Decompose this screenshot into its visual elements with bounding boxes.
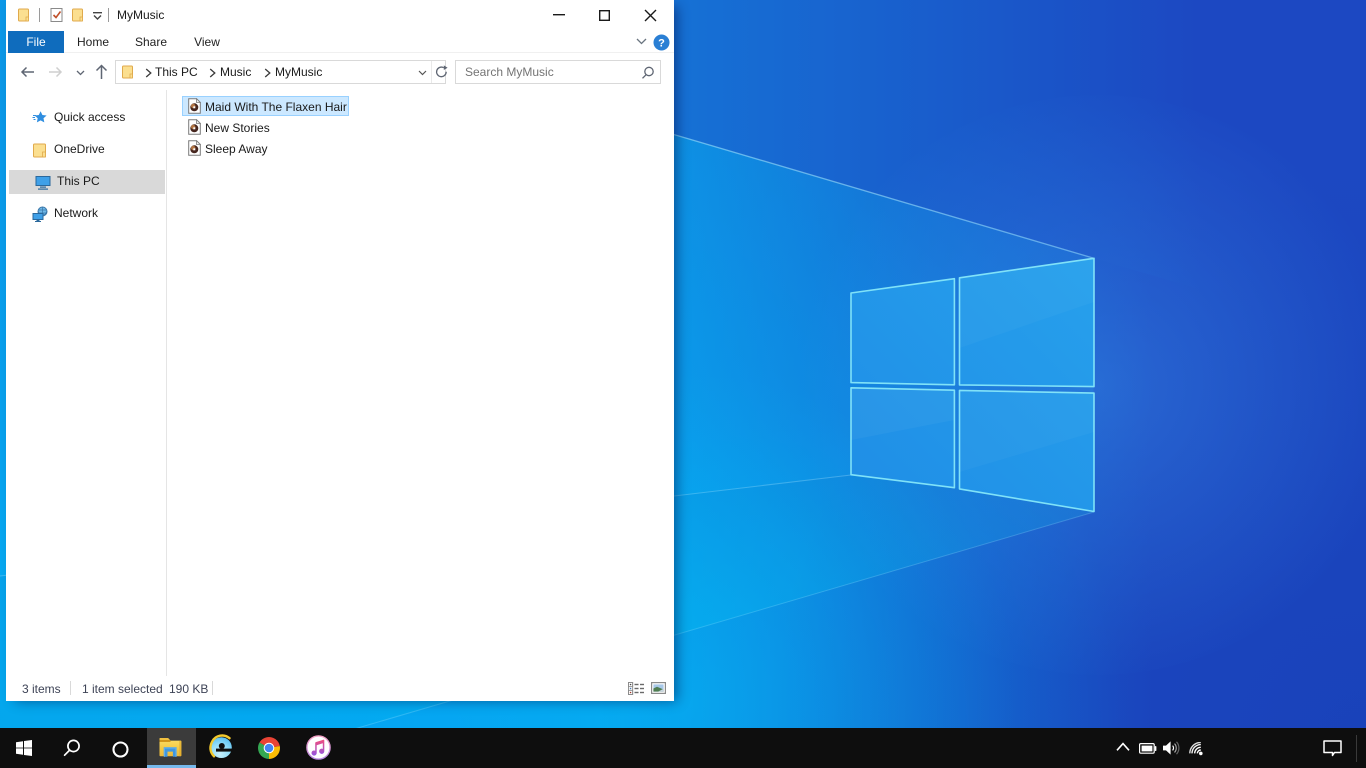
svg-text:?: ? [658,38,665,50]
